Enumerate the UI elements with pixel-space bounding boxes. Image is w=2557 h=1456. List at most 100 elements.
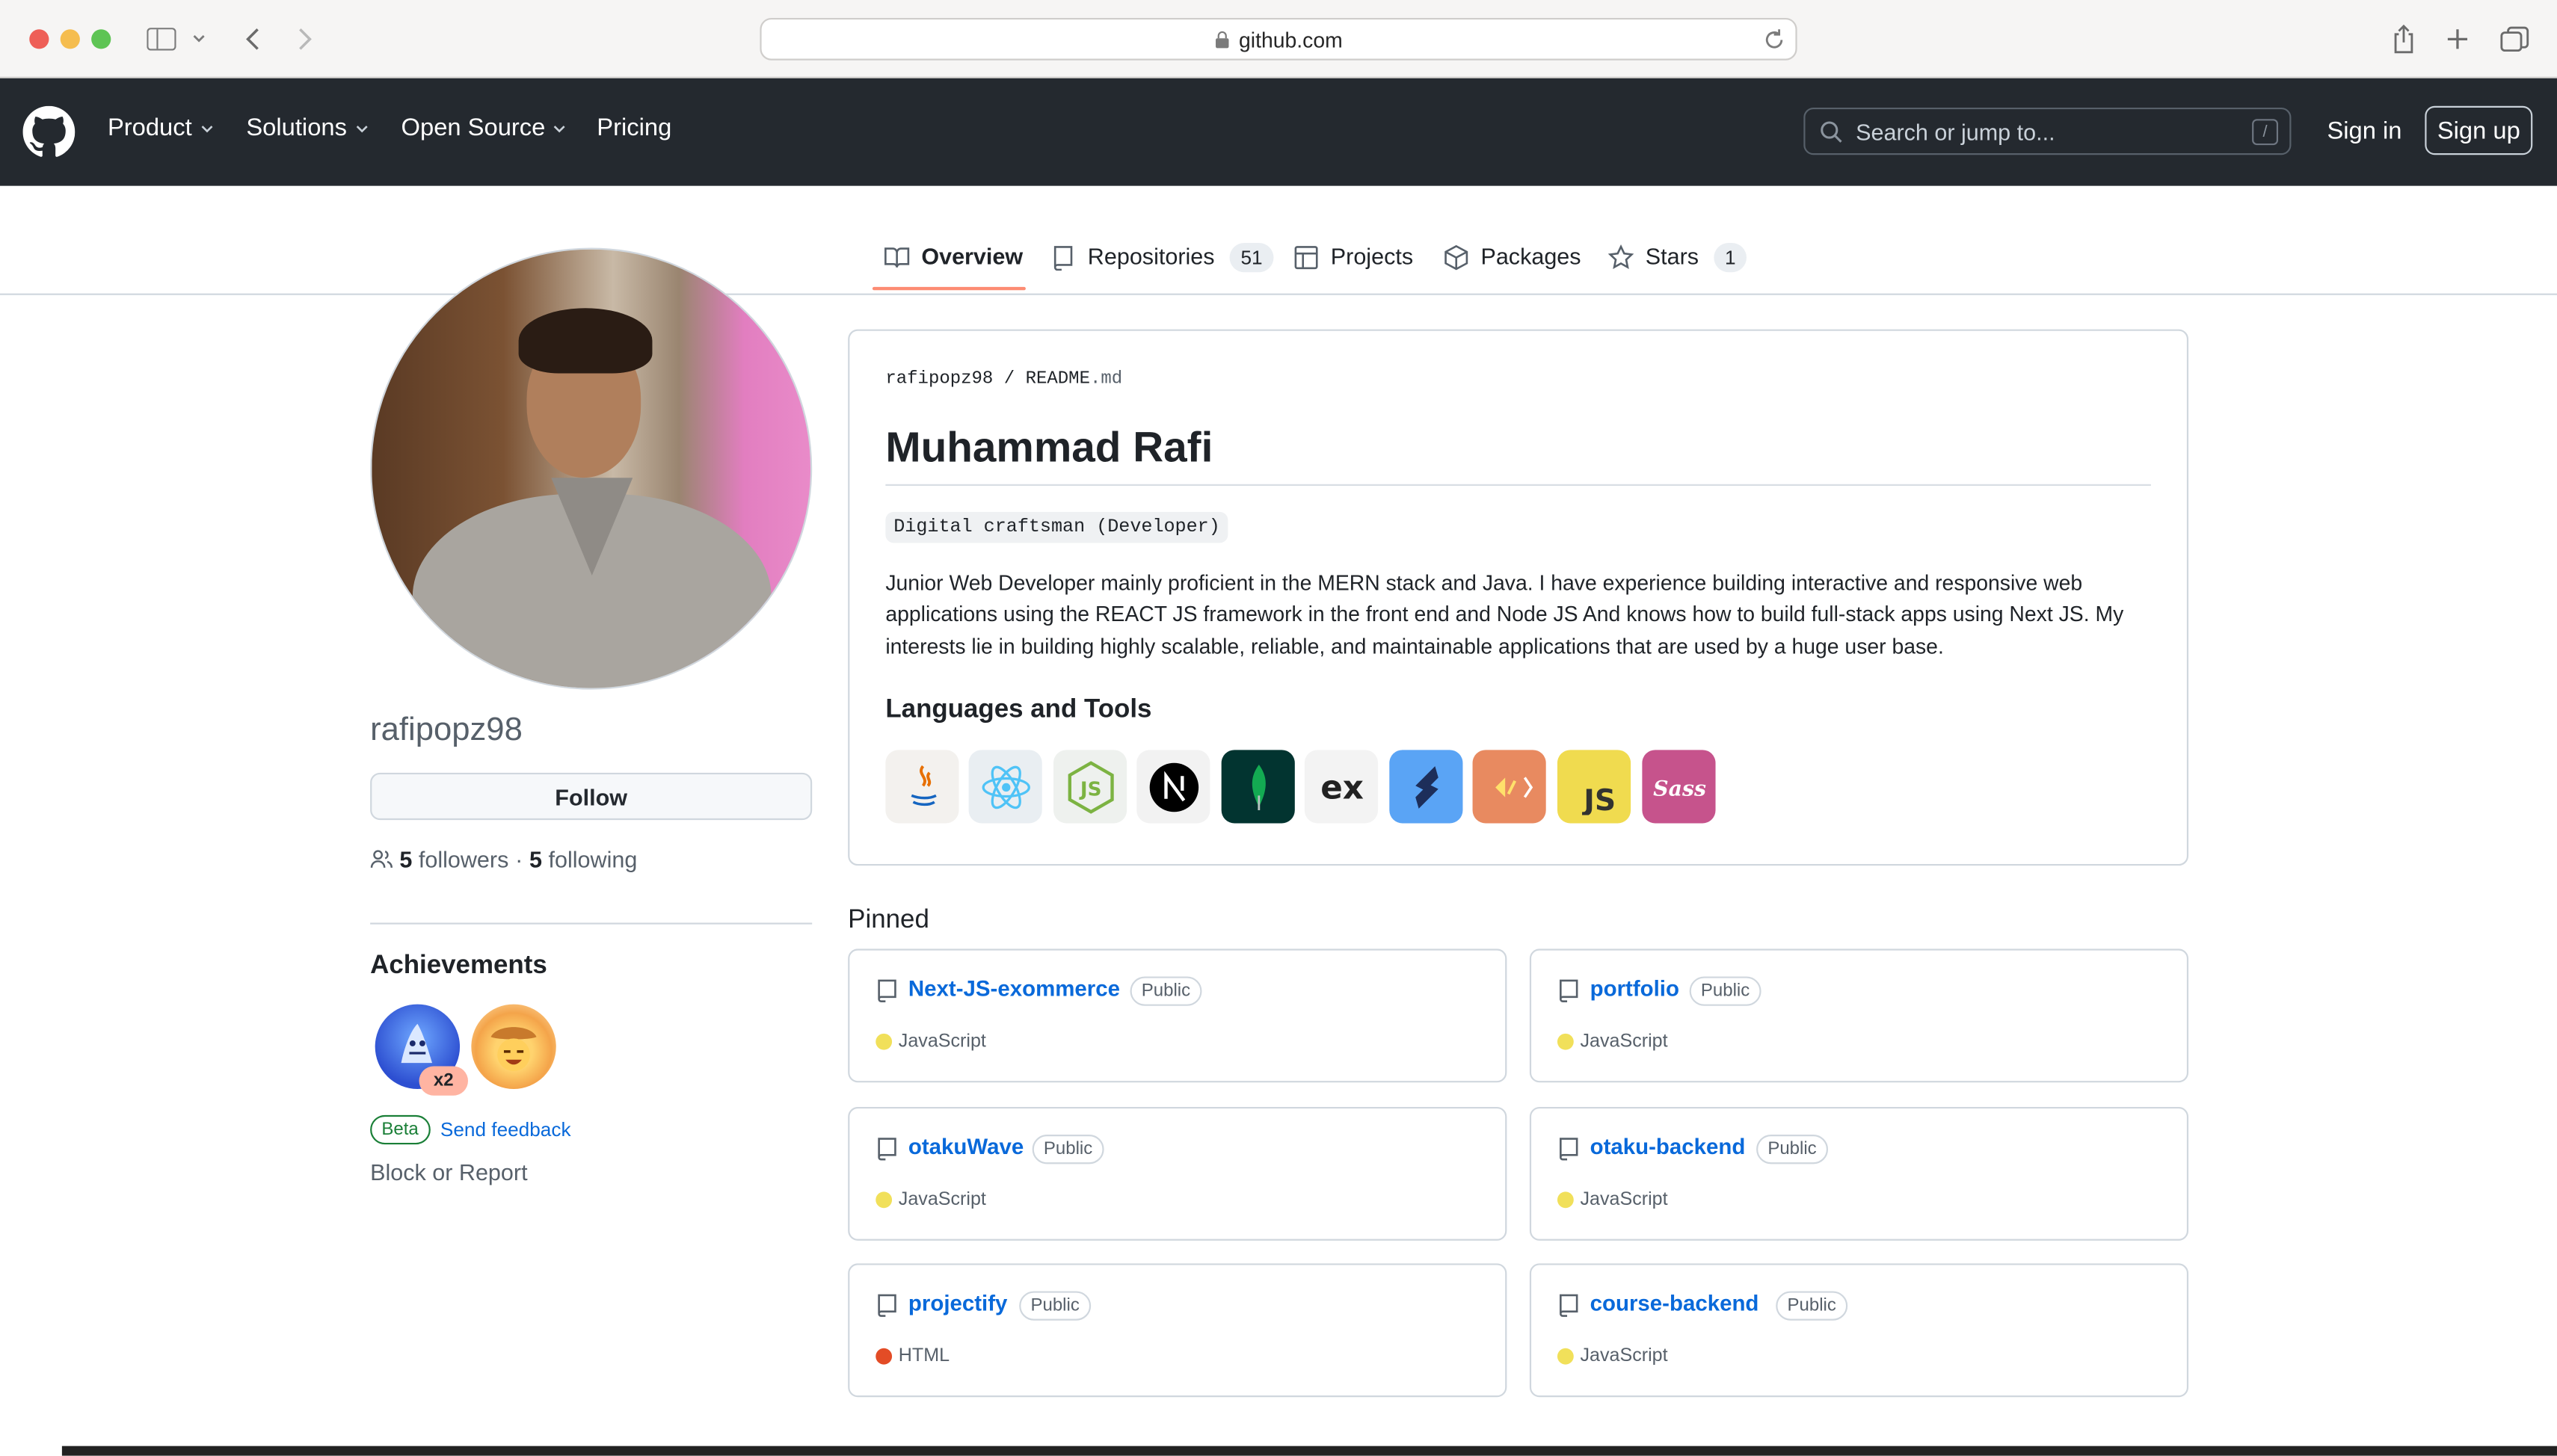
repo-icon (878, 979, 896, 1002)
search-input[interactable]: Search or jump to... / (1803, 107, 2292, 155)
solidity-icon (1389, 750, 1463, 824)
sidebar-divider (370, 922, 813, 925)
repo-icon (1560, 979, 1578, 1002)
new-tab-icon[interactable] (2440, 21, 2476, 57)
svg-text:Sass: Sass (1652, 774, 1705, 800)
readme-heading: Muhammad Rafi (885, 422, 1213, 472)
nav-pricing-label: Pricing (597, 114, 672, 142)
nav-pricing[interactable]: Pricing (597, 114, 671, 142)
repositories-count: 51 (1229, 242, 1274, 273)
repo-name-link[interactable]: otaku-backend (1590, 1135, 1746, 1159)
book-icon (884, 247, 910, 268)
repo-name-link[interactable]: projectify (908, 1291, 1008, 1315)
repo-icon (1053, 246, 1073, 271)
avatar[interactable] (370, 247, 813, 690)
github-logo-icon[interactable] (22, 105, 76, 158)
block-or-report-link[interactable]: Block or Report (370, 1159, 527, 1185)
readme-path: rafipopz98 / README.md (885, 370, 1122, 389)
tab-overview-icon[interactable] (2496, 21, 2532, 57)
repo-icon (1560, 1138, 1578, 1161)
achievement-badge-yolo[interactable] (471, 1004, 556, 1089)
stars-count: 1 (1713, 242, 1747, 273)
sidebar-toggle-icon[interactable] (144, 21, 179, 57)
repo-name-link[interactable]: Next-JS-exommerce (908, 976, 1120, 1001)
profile-username: rafipopz98 (370, 712, 523, 749)
pinned-repo-card[interactable]: projectify Public HTML (848, 1263, 1507, 1398)
pinned-repo-card[interactable]: otaku-backend Public JavaScript (1529, 1106, 2189, 1241)
tools-heading: Languages and Tools (885, 696, 1152, 724)
chevron-down-icon (200, 125, 212, 132)
language-color-dot (876, 1033, 893, 1050)
followers-link[interactable]: 5 followers (399, 846, 508, 872)
search-shortcut-key: / (2252, 119, 2279, 146)
repo-icon (1560, 1294, 1578, 1317)
tab-packages-label: Packages (1480, 242, 1581, 269)
lock-icon (1215, 30, 1228, 48)
dock-edge (61, 1446, 2557, 1456)
nav-solutions[interactable]: Solutions (246, 114, 369, 142)
svg-text:JS: JS (1078, 777, 1101, 800)
pinned-repo-card[interactable]: course-backend Public JavaScript (1529, 1263, 2189, 1398)
reload-icon[interactable] (1763, 26, 1786, 52)
share-icon[interactable] (2386, 21, 2422, 57)
achievement-multiplier: x2 (419, 1066, 468, 1096)
tab-projects-label: Projects (1330, 242, 1414, 269)
pinned-repo-card[interactable]: otakuWave Public JavaScript (848, 1106, 1507, 1241)
cowboy-emoji-icon (490, 1027, 537, 1071)
nav-open-source-label: Open Source (401, 114, 546, 142)
sign-in-link[interactable]: Sign in (2327, 117, 2401, 145)
repo-icon (878, 1294, 896, 1317)
achievement-badge-shark[interactable]: x2 (375, 1004, 468, 1096)
mongodb-icon (1221, 750, 1295, 824)
search-placeholder: Search or jump to... (1856, 118, 2055, 145)
site-header: Product Solutions Open Source Pricing Se… (0, 78, 2557, 186)
readme-owner-link[interactable]: rafipopz98 (885, 370, 993, 389)
tab-projects[interactable]: Projects (1293, 243, 1413, 295)
language-label: JavaScript (1580, 1346, 1668, 1366)
address-bar[interactable]: github.com (760, 17, 1797, 61)
repo-language: JavaScript (1557, 1190, 1668, 1209)
nav-open-source[interactable]: Open Source (401, 114, 568, 142)
tab-packages[interactable]: Packages (1443, 243, 1581, 295)
browser-toolbar: github.com (0, 0, 2557, 78)
beta-badge: Beta (370, 1114, 431, 1145)
pinned-repo-card[interactable]: Next-JS-exommerce Public JavaScript (848, 948, 1507, 1083)
nav-product-label: Product (107, 114, 192, 142)
sign-up-button[interactable]: Sign up (2425, 105, 2533, 155)
react-icon (968, 750, 1042, 824)
following-label: following (548, 846, 638, 872)
nav-product[interactable]: Product (108, 114, 215, 142)
tab-repositories[interactable]: Repositories 51 (1050, 242, 1274, 295)
profile-readme: rafipopz98 / README.md Muhammad Rafi Dig… (848, 329, 2189, 866)
nextjs-icon (1136, 750, 1210, 824)
following-link[interactable]: 5 following (529, 846, 637, 872)
express-icon: ex (1304, 750, 1379, 824)
readme-bio: Junior Web Developer mainly proficient i… (885, 570, 2124, 658)
follow-button[interactable]: Follow (370, 772, 813, 821)
back-icon[interactable] (235, 21, 271, 57)
zoom-window-button[interactable] (91, 29, 111, 49)
close-window-button[interactable] (29, 29, 49, 49)
chevron-down-icon[interactable] (184, 21, 213, 57)
profile-tabs: Overview Repositories 51 Projects Packag… (0, 186, 2557, 295)
repo-name-link[interactable]: portfolio (1590, 976, 1679, 1001)
active-tab-indicator (872, 286, 1026, 291)
sass-icon: Sass (1642, 750, 1716, 824)
language-label: JavaScript (898, 1031, 986, 1052)
followers-count: 5 (399, 846, 413, 872)
forward-icon[interactable] (287, 21, 323, 57)
repo-name-link[interactable]: course-backend (1590, 1291, 1759, 1315)
svg-text:JS: JS (1581, 783, 1615, 815)
language-color-dot (876, 1348, 893, 1365)
visibility-badge: Public (1032, 1135, 1104, 1165)
tab-stars-label: Stars (1645, 242, 1699, 269)
pinned-repo-card[interactable]: portfolio Public JavaScript (1529, 948, 2189, 1083)
nodejs-icon: JS (1053, 750, 1127, 824)
repo-name-link[interactable]: otakuWave (908, 1135, 1024, 1159)
followers-summary: 5 followers · 5 following (370, 846, 637, 872)
language-color-dot (1557, 1191, 1574, 1209)
achievements-title: Achievements (370, 951, 547, 980)
minimize-window-button[interactable] (60, 29, 80, 49)
tab-stars[interactable]: Stars 1 (1607, 242, 1747, 295)
send-feedback-link[interactable]: Send feedback (440, 1118, 571, 1141)
